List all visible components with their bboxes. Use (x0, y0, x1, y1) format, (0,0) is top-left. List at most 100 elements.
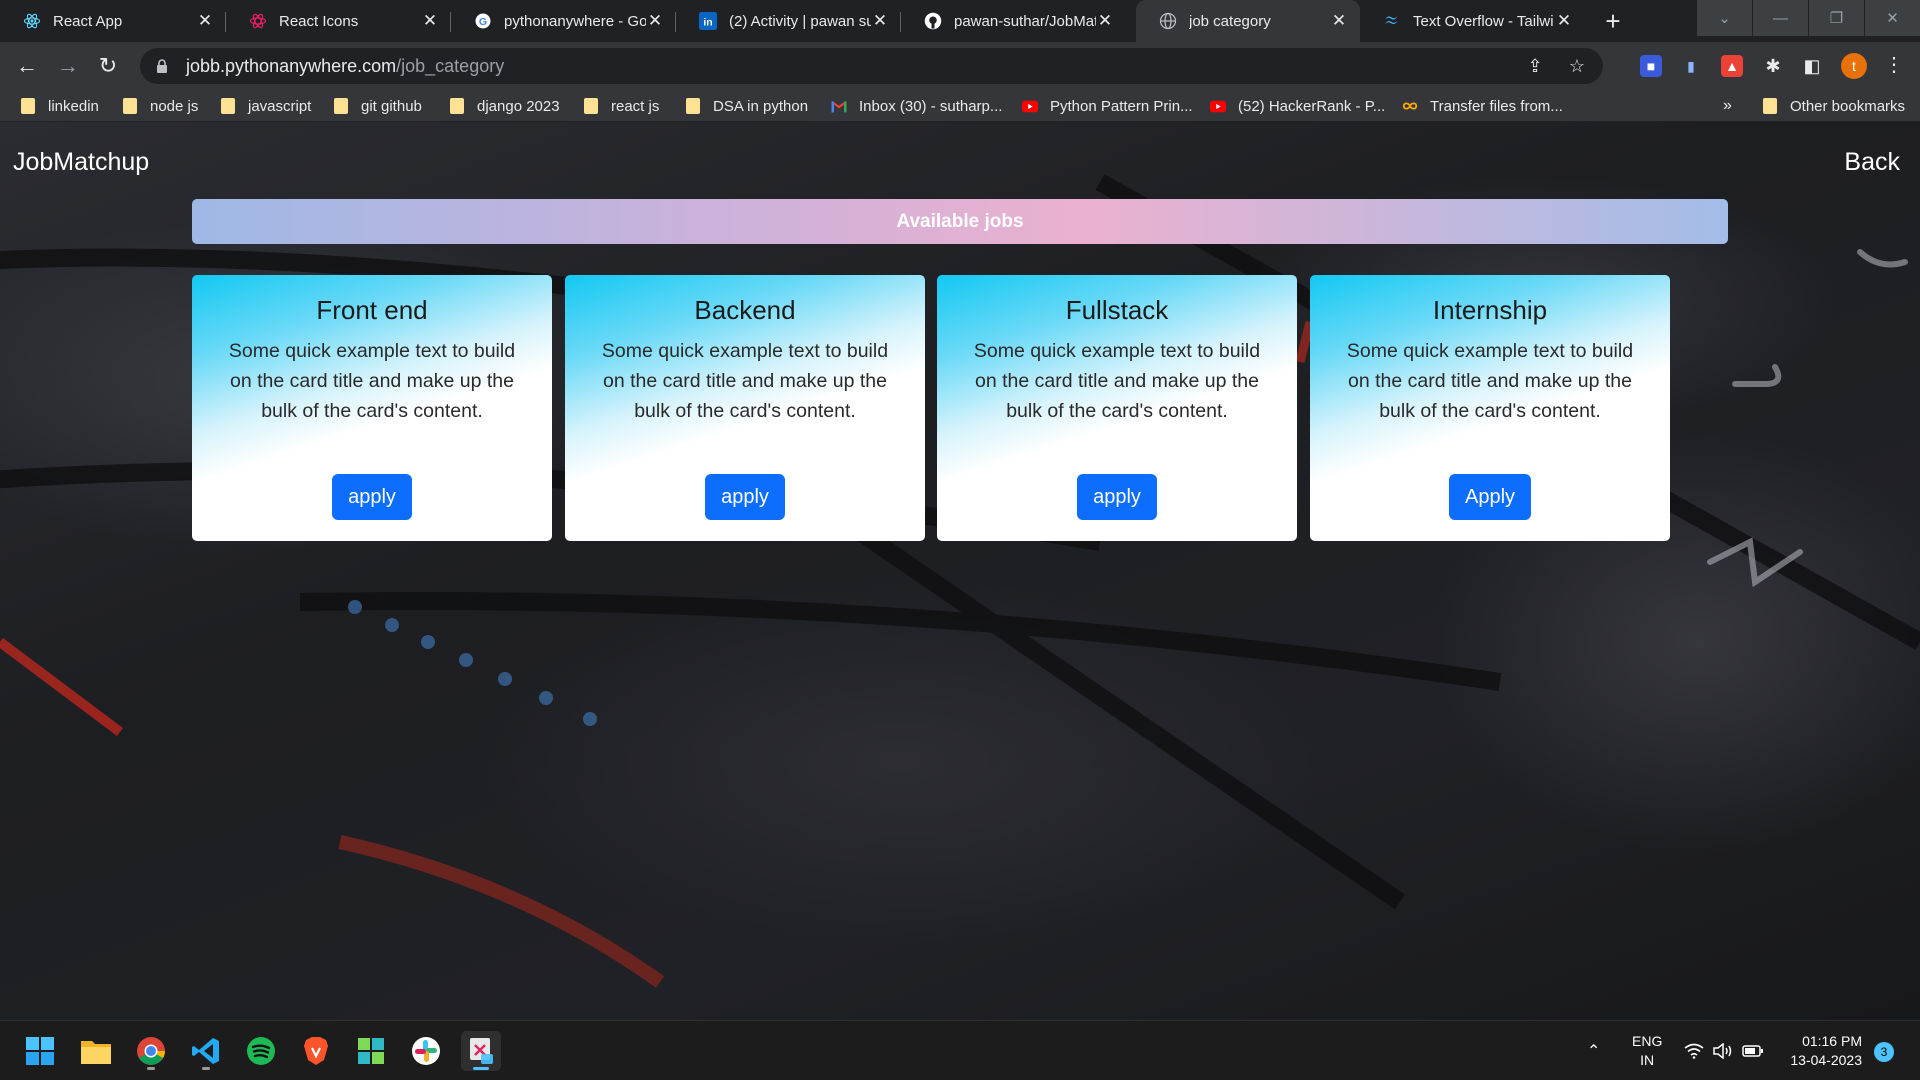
folder-icon (333, 98, 349, 114)
window-close-icon[interactable]: ✕ (1865, 0, 1920, 36)
tab-strip: React App ✕ React Icons ✕ G pythonanywhe… (0, 0, 1920, 42)
bookmark-node-js[interactable]: node js (122, 95, 198, 117)
google-icon: G (473, 12, 492, 31)
minimize-icon[interactable]: — (1753, 0, 1808, 36)
system-clock[interactable]: 01:16 PM 13-04-2023 (1772, 1032, 1862, 1070)
keyboard-background-image (0, 174, 1920, 988)
tailwind-icon (1382, 12, 1401, 31)
running-indicator (147, 1067, 155, 1070)
file-explorer-icon[interactable] (76, 1031, 116, 1071)
forward-arrow-icon[interactable]: → (52, 50, 84, 82)
close-icon[interactable]: ✕ (421, 11, 439, 31)
brand-logo-text[interactable]: JobMatchup (13, 148, 149, 177)
url-domain: jobb.pythonanywhere.com (186, 55, 397, 76)
close-icon[interactable]: ✕ (1555, 11, 1573, 31)
bookmark-gmail-inbox[interactable]: Inbox (30) - sutharp... (831, 95, 1002, 117)
bookmark-linkedin[interactable]: linkedin (20, 95, 99, 117)
folder-icon (20, 98, 36, 114)
close-icon[interactable]: ✕ (196, 11, 214, 31)
lock-icon[interactable] (152, 59, 172, 73)
chrome-icon[interactable] (131, 1031, 171, 1071)
url-text[interactable]: jobb.pythonanywhere.com/job_category (186, 56, 504, 77)
app-icon[interactable] (351, 1031, 391, 1071)
running-indicator (202, 1067, 210, 1070)
infinity-icon (1402, 98, 1418, 114)
close-icon[interactable]: ✕ (1096, 11, 1114, 31)
apply-button[interactable]: apply (332, 474, 412, 520)
tab-github[interactable]: pawan-suthar/JobMat ✕ (901, 0, 1126, 42)
bookmark-javascript[interactable]: javascript (220, 95, 311, 117)
card-title: Internship (1432, 295, 1548, 325)
show-hidden-icons-chevron[interactable]: ⌃ (1587, 1021, 1600, 1080)
tab-title: pawan-suthar/JobMat (954, 12, 1096, 30)
tab-pythonanywhere[interactable]: G pythonanywhere - Go ✕ (451, 0, 676, 42)
back-link[interactable]: Back (1844, 148, 1900, 177)
share-icon[interactable]: ⇪ (1525, 56, 1545, 77)
bookmark-star-icon[interactable]: ☆ (1567, 56, 1587, 77)
menu-kebab-icon[interactable]: ⋮ (1884, 52, 1904, 77)
extension-docs-icon[interactable]: ▮ (1680, 55, 1702, 77)
windows-start-icon[interactable] (20, 1031, 60, 1071)
bookmark-label: django 2023 (477, 97, 560, 115)
bookmark-django-2023[interactable]: django 2023 (449, 95, 560, 117)
extension-shield-icon[interactable]: ■ (1640, 55, 1662, 77)
globe-icon (1158, 12, 1177, 31)
bookmark-dsa-in-python[interactable]: DSA in python (685, 95, 808, 117)
bookmark-label: Transfer files from... (1430, 97, 1563, 115)
close-icon[interactable]: ✕ (871, 11, 889, 31)
lang-line1: ENG (1632, 1033, 1663, 1049)
address-bar[interactable]: jobb.pythonanywhere.com/job_category ⇪ ☆ (140, 48, 1603, 84)
language-indicator[interactable]: ENG IN (1632, 1032, 1662, 1070)
job-card-front-end: Front end Some quick example text to bui… (192, 275, 552, 541)
apply-button[interactable]: apply (1077, 474, 1157, 520)
tab-job-category[interactable]: job category ✕ (1136, 0, 1360, 42)
spotify-icon[interactable] (241, 1031, 281, 1071)
page-viewport: JobMatchup Back Available jobs Front end… (0, 122, 1920, 1020)
tab-tailwind[interactable]: Text Overflow - Tailwi ✕ (1360, 0, 1585, 42)
profile-avatar[interactable]: t (1841, 53, 1867, 79)
bookmark-react-js[interactable]: react js (583, 95, 659, 117)
bookmark-label: DSA in python (713, 97, 809, 115)
back-arrow-icon[interactable]: ← (11, 50, 43, 82)
snipping-tool-icon[interactable] (461, 1031, 501, 1071)
apply-button[interactable]: Apply (1448, 474, 1532, 520)
extensions-puzzle-icon[interactable]: ✱ (1762, 55, 1784, 77)
restore-icon[interactable]: ❐ (1809, 0, 1864, 36)
bookmarks-bar: linkedin node js javascript git github d… (0, 90, 1920, 122)
new-tab-button[interactable]: + (1598, 6, 1628, 36)
bookmark-label: Inbox (30) - sutharp... (859, 97, 1003, 115)
bookmarks-overflow-button[interactable]: » (1723, 95, 1732, 117)
wifi-icon[interactable] (1684, 1021, 1704, 1080)
bookmark-label: javascript (248, 97, 312, 115)
tab-linkedin-activity[interactable]: in (2) Activity | pawan su ✕ (676, 0, 901, 42)
close-icon[interactable]: ✕ (1330, 11, 1348, 31)
tab-react-icons[interactable]: React Icons ✕ (226, 0, 451, 42)
card-title: Backend (694, 295, 796, 325)
bookmark-hackerrank[interactable]: (52) HackerRank - P... (1210, 95, 1385, 117)
tab-search-icon[interactable]: ⌄ (1697, 0, 1752, 36)
tab-react-app[interactable]: React App ✕ (0, 0, 226, 42)
bookmark-transfer-files[interactable]: Transfer files from... (1402, 95, 1563, 117)
side-panel-icon[interactable]: ◧ (1801, 55, 1823, 77)
bookmark-label: (52) HackerRank - P... (1238, 97, 1386, 115)
extension-red-icon[interactable]: ▲ (1721, 55, 1743, 77)
brave-icon[interactable] (296, 1031, 336, 1071)
svg-text:in: in (703, 17, 712, 29)
bookmark-label: Other bookmarks (1790, 97, 1906, 115)
url-path: /job_category (396, 55, 505, 76)
vscode-icon[interactable] (186, 1031, 226, 1071)
other-bookmarks[interactable]: Other bookmarks (1762, 95, 1905, 117)
bookmark-label: node js (150, 97, 199, 115)
slack-icon[interactable] (406, 1031, 446, 1071)
battery-icon[interactable] (1742, 1021, 1764, 1080)
job-card-fullstack: Fullstack Some quick example text to bui… (937, 275, 1297, 541)
tab-title: Text Overflow - Tailwi (1413, 12, 1554, 30)
reload-icon[interactable]: ↻ (92, 50, 124, 82)
card-title: Front end (316, 295, 428, 325)
volume-icon[interactable] (1713, 1021, 1733, 1080)
bookmark-python-pattern[interactable]: Python Pattern Prin... (1022, 95, 1193, 117)
bookmark-git-github[interactable]: git github (333, 95, 422, 117)
close-icon[interactable]: ✕ (646, 11, 664, 31)
apply-button[interactable]: apply (705, 474, 785, 520)
notification-badge[interactable]: 3 (1874, 1042, 1894, 1062)
